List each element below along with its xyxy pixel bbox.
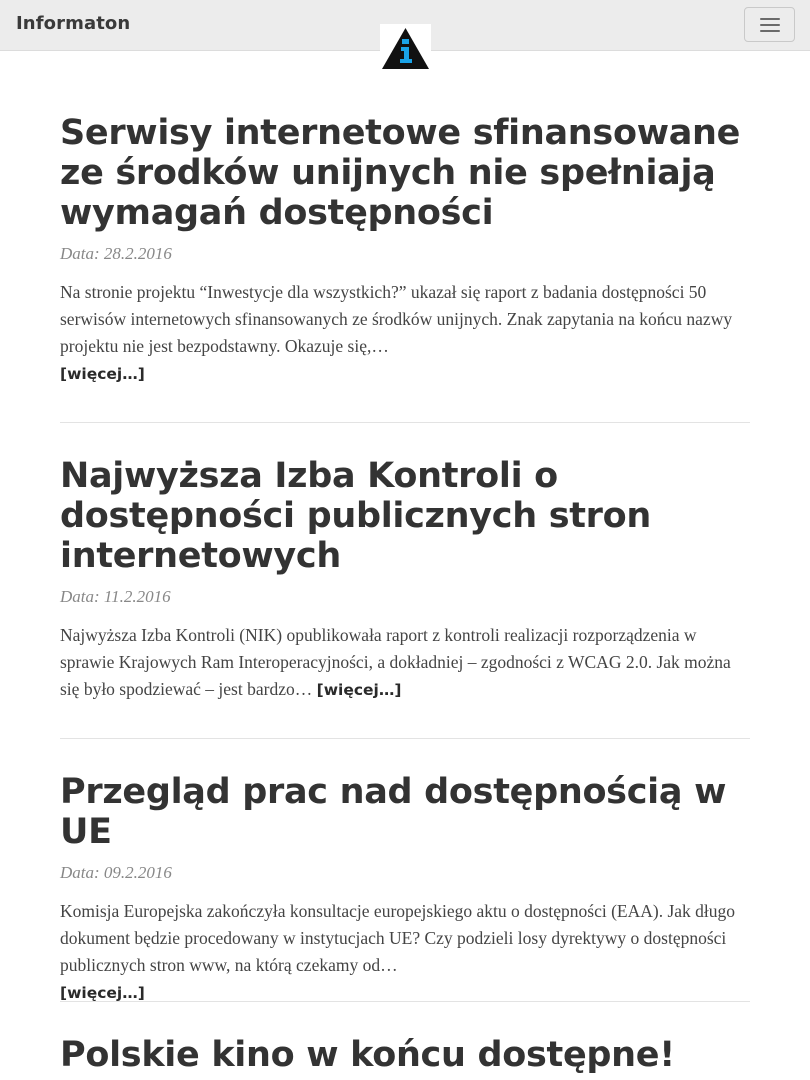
hamburger-menu-icon-bar: [760, 24, 780, 26]
article-item: Najwyższa Izba Kontroli o dostępności pu…: [60, 456, 750, 704]
article-excerpt: Najwyższa Izba Kontroli (NIK) opublikowa…: [60, 622, 750, 704]
hamburger-menu-icon: [760, 18, 780, 20]
article-excerpt: Komisja Europejska zakończyła konsultacj…: [60, 898, 750, 1007]
hamburger-menu-icon-bar: [760, 30, 780, 32]
article-item: Polskie kino w końcu dostępne!: [60, 1035, 750, 1075]
article-divider: [60, 738, 750, 739]
read-more-link[interactable]: [więcej…]: [60, 365, 145, 383]
article-excerpt-text: Na stronie projektu “Inwestycje dla wszy…: [60, 282, 733, 356]
article-title[interactable]: Polskie kino w końcu dostępne!: [60, 1035, 750, 1075]
article-date: Data: 09.2.2016: [60, 863, 172, 882]
article-divider: [60, 422, 750, 423]
article-title[interactable]: Przegląd prac nad dostępnością w UE: [60, 772, 750, 852]
info-triangle-logo-icon[interactable]: [380, 24, 431, 72]
article-divider: [60, 1001, 750, 1002]
article-title[interactable]: Najwyższa Izba Kontroli o dostępności pu…: [60, 456, 750, 576]
article-title[interactable]: Serwisy internetowe sfinansowane ze środ…: [60, 113, 750, 233]
article-item: Przegląd prac nad dostępnością w UE Data…: [60, 772, 750, 1007]
read-more-link[interactable]: [więcej…]: [317, 681, 402, 699]
article-excerpt: Na stronie projektu “Inwestycje dla wszy…: [60, 279, 750, 388]
article-item: Serwisy internetowe sfinansowane ze środ…: [60, 113, 750, 388]
read-more-link[interactable]: [więcej…]: [60, 984, 145, 1002]
article-date: Data: 11.2.2016: [60, 587, 171, 606]
brand-link[interactable]: Informaton: [16, 13, 130, 34]
menu-toggle-button[interactable]: [744, 7, 795, 42]
article-date: Data: 28.2.2016: [60, 244, 172, 263]
article-excerpt-text: Komisja Europejska zakończyła konsultacj…: [60, 901, 736, 975]
